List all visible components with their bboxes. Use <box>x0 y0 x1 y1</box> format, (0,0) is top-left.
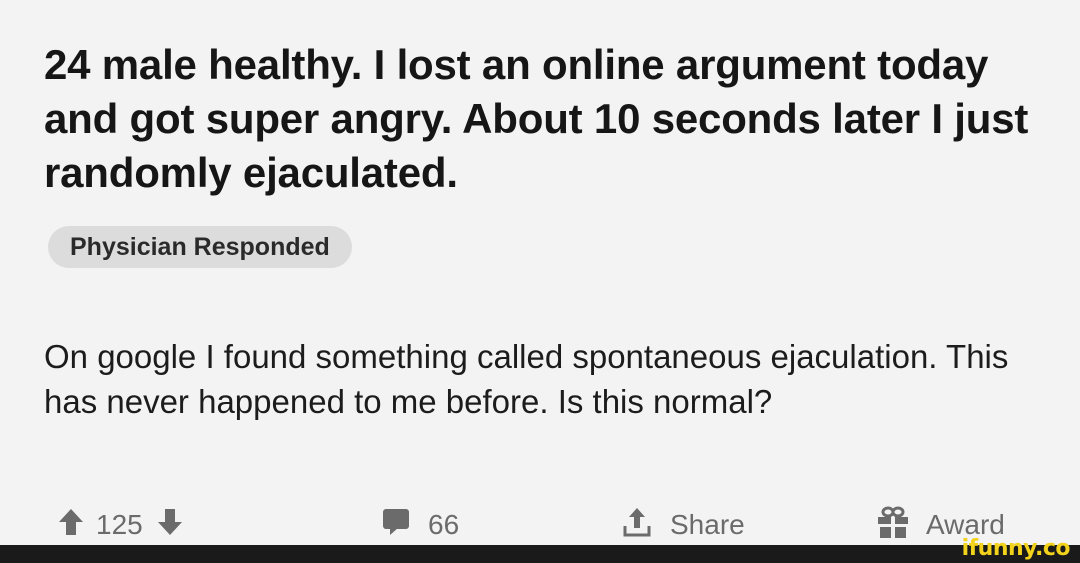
share-button[interactable]: Share <box>622 505 745 545</box>
ifunny-watermark: ifunny.co <box>961 536 1071 561</box>
comments-count: 66 <box>428 509 460 540</box>
share-icon <box>622 506 652 545</box>
vote-group: 125 <box>58 505 183 545</box>
arrow-down-icon[interactable] <box>157 507 183 544</box>
post-title[interactable]: 24 male healthy. I lost an online argume… <box>44 38 1044 200</box>
vote-count: 125 <box>96 509 143 540</box>
post-body: On google I found something called spont… <box>44 338 1009 420</box>
gift-icon <box>876 505 910 546</box>
comment-icon <box>382 507 410 544</box>
action-bar: 125 66 Share Award <box>44 505 1080 545</box>
flair-badge[interactable]: Physician Responded <box>48 226 352 268</box>
comments-button[interactable]: 66 <box>382 505 459 545</box>
arrow-up-icon[interactable] <box>58 507 84 544</box>
watermark-bar <box>0 545 1080 563</box>
share-label: Share <box>670 509 745 540</box>
